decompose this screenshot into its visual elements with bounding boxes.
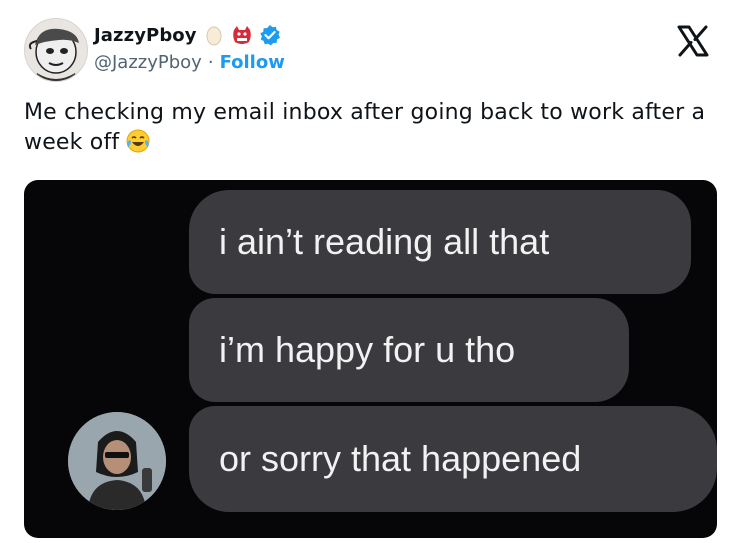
message-bubble: or sorry that happened <box>189 406 717 512</box>
egg-icon <box>203 24 225 46</box>
author-handle[interactable]: @JazzyPboy <box>94 52 202 73</box>
follow-button[interactable]: Follow <box>220 52 285 73</box>
verified-badge-icon <box>259 24 281 46</box>
message-text: i ain’t reading all that <box>219 221 550 262</box>
sender-avatar <box>68 412 166 510</box>
x-logo-icon[interactable] <box>676 24 710 58</box>
handle-row: @JazzyPboy · Follow <box>94 52 285 73</box>
tweet-header: JazzyPboy @JazzyPboy · Follow <box>24 16 716 82</box>
display-name[interactable]: JazzyPboy <box>94 25 197 46</box>
tears-of-joy-icon <box>125 128 151 154</box>
author-avatar[interactable] <box>24 18 88 82</box>
separator-dot: · <box>207 52 214 73</box>
message-text: or sorry that happened <box>219 438 582 479</box>
message-text: i’m happy for u tho <box>219 329 516 370</box>
message-bubble: i’m happy for u tho <box>189 298 629 402</box>
name-row: JazzyPboy <box>94 22 281 48</box>
ogre-face-icon <box>231 24 253 46</box>
tweet-text: Me checking my email inbox after going b… <box>24 98 714 158</box>
message-bubble: i ain’t reading all that <box>189 190 691 294</box>
tweet-media-image[interactable]: i ain’t reading all that i’m happy for u… <box>24 180 717 538</box>
